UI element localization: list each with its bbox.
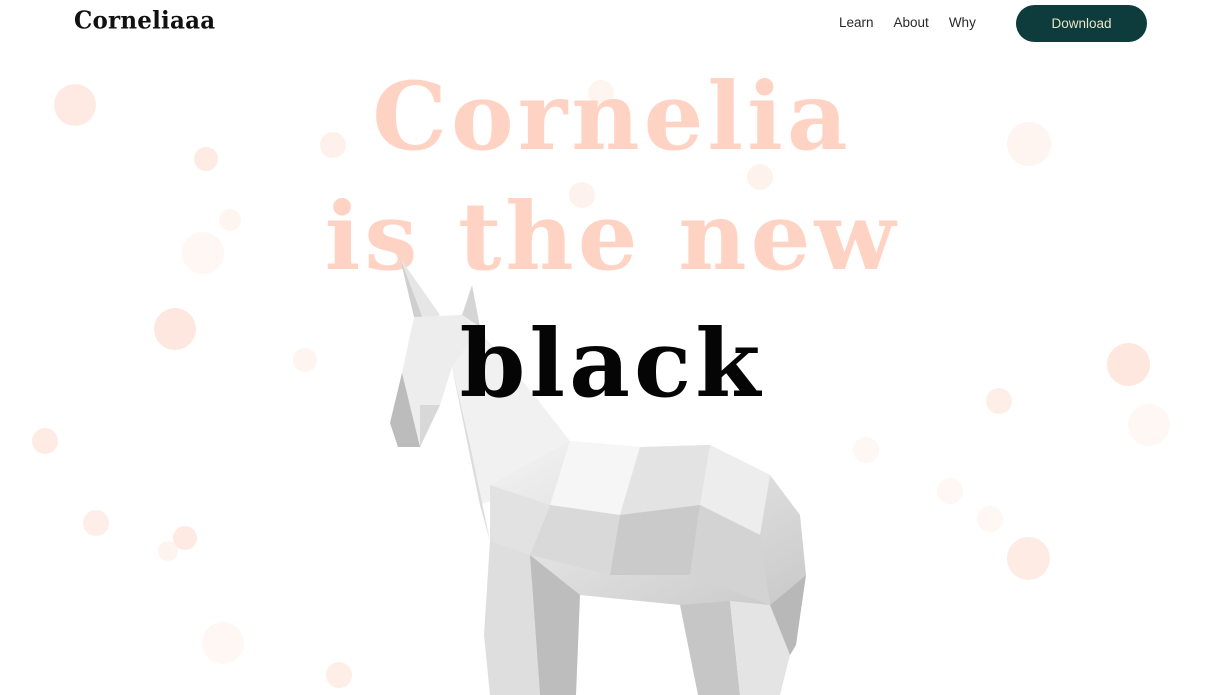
landing-page: Corneliaaa Learn About Why Download Corn…: [0, 0, 1224, 695]
download-button[interactable]: Download: [1016, 5, 1147, 42]
bubble: [83, 510, 109, 536]
bubble: [32, 428, 58, 454]
nav-learn[interactable]: Learn: [839, 15, 874, 30]
bubble: [853, 437, 879, 463]
hero-headline-line-3: black: [459, 309, 765, 419]
site-header: Corneliaaa Learn About Why Download: [0, 0, 1224, 46]
nav-why[interactable]: Why: [949, 15, 976, 30]
bubble: [1007, 537, 1050, 580]
bubble: [937, 478, 963, 504]
bubble: [326, 662, 352, 688]
bubble: [977, 506, 1003, 532]
nav-about[interactable]: About: [894, 15, 929, 30]
bubble: [158, 541, 178, 561]
logo[interactable]: Corneliaaa: [74, 6, 215, 34]
hero-headline-line-1: Cornelia: [372, 62, 852, 172]
bubble: [202, 622, 244, 664]
main-nav: Learn About Why: [839, 15, 996, 30]
